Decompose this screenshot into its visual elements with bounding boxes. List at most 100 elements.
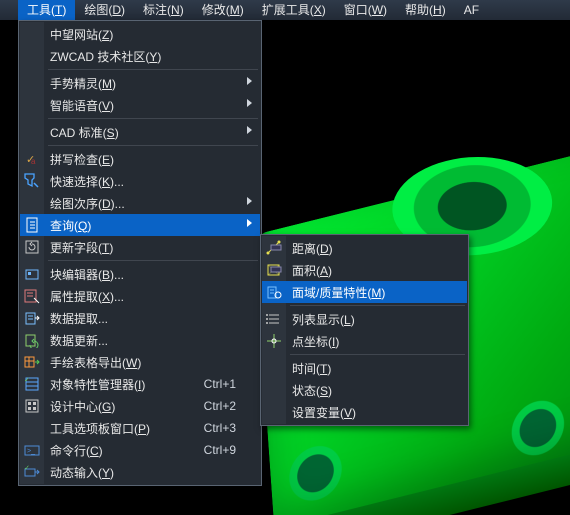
menu-item-label: 手绘表格导出(W) — [50, 354, 236, 371]
tools-item-23[interactable]: ✓ 动态输入(Y) — [20, 461, 260, 483]
submenu-arrow-icon — [247, 77, 252, 85]
tools-item-19[interactable]: ✓ 对象特性管理器(I) Ctrl+1 — [20, 373, 260, 395]
menu-6[interactable]: 帮助(H) — [396, 0, 455, 20]
tools-item-6[interactable]: CAD 标准(S) — [20, 121, 260, 143]
mprop-icon — [266, 284, 282, 300]
tools-item-16[interactable]: 数据提取... — [20, 307, 260, 329]
tools-item-17[interactable]: 数据更新... — [20, 329, 260, 351]
menu-item-shortcut: Ctrl+1 — [204, 377, 236, 391]
menu-item-label: 设置变量(V) — [292, 404, 443, 421]
list-icon — [266, 311, 282, 327]
tools-item-9[interactable]: 快速选择(K)... — [20, 170, 260, 192]
menu-item-label: 点坐标(I) — [292, 333, 443, 350]
tools-item-11[interactable]: 查询(Q) — [20, 214, 260, 236]
menu-separator — [290, 305, 465, 306]
menu-item-shortcut: Ctrl+9 — [204, 443, 236, 457]
spell-icon: ✓a — [24, 151, 40, 167]
menu-0[interactable]: 工具(T) — [18, 0, 75, 20]
svg-text:>_: >_ — [27, 448, 35, 455]
tools-item-14[interactable]: 块编辑器(B)... — [20, 263, 260, 285]
menubar: 工具(T)绘图(D)标注(N)修改(M)扩展工具(X)窗口(W)帮助(H)AF — [0, 0, 570, 21]
props-icon: ✓ — [24, 376, 40, 392]
query-submenu: 距离(D) 面积(A) 面域/质量特性(M) 列表显示(L) 点坐标(I) 时间(T) 状态… — [260, 234, 469, 426]
query-item-8[interactable]: 状态(S) — [262, 379, 467, 401]
menu-separator — [48, 69, 258, 70]
tools-item-4[interactable]: 智能语音(V) — [20, 94, 260, 116]
menu-item-label: 数据提取... — [50, 310, 236, 327]
submenu-arrow-icon — [247, 99, 252, 107]
menu-item-label: 距离(D) — [292, 240, 443, 257]
menu-item-label: 对象特性管理器(I) — [50, 376, 176, 393]
qselect-icon — [24, 173, 40, 189]
menu-item-label: 工具选项板窗口(P) — [50, 420, 176, 437]
area-icon — [266, 262, 282, 278]
menu-item-label: 面积(A) — [292, 262, 443, 279]
menu-item-shortcut: Ctrl+2 — [204, 399, 236, 413]
menu-item-label: 手势精灵(M) — [50, 75, 236, 92]
cmdline-icon: >_ — [24, 442, 40, 458]
dcenter-icon — [24, 398, 40, 414]
tools-item-22[interactable]: >_ 命令行(C) Ctrl+9 — [20, 439, 260, 461]
menu-2[interactable]: 标注(N) — [134, 0, 193, 20]
query-item-5[interactable]: 点坐标(I) — [262, 330, 467, 352]
menu-item-shortcut: Ctrl+3 — [204, 421, 236, 435]
tools-item-1[interactable]: ZWCAD 技术社区(Y) — [20, 45, 260, 67]
svg-text:✓: ✓ — [24, 465, 30, 472]
menu-separator — [48, 260, 258, 261]
tools-item-8[interactable]: ✓a 拼写检查(E) — [20, 148, 260, 170]
query-item-2[interactable]: 面域/质量特性(M) — [262, 281, 467, 303]
query-item-4[interactable]: 列表显示(L) — [262, 308, 467, 330]
menu-4[interactable]: 扩展工具(X) — [253, 0, 335, 20]
tools-item-3[interactable]: 手势精灵(M) — [20, 72, 260, 94]
svg-text:a: a — [31, 157, 36, 166]
menu-item-label: 快速选择(K)... — [50, 173, 236, 190]
submenu-arrow-icon — [247, 126, 252, 134]
menu-item-label: 动态输入(Y) — [50, 464, 236, 481]
menu-separator — [48, 118, 258, 119]
dataupd-icon — [24, 332, 40, 348]
attext-icon — [24, 288, 40, 304]
menu-item-label: 属性提取(X)... — [50, 288, 236, 305]
menu-3[interactable]: 修改(M) — [193, 0, 253, 20]
tools-item-10[interactable]: 绘图次序(D)... — [20, 192, 260, 214]
menu-item-label: 命令行(C) — [50, 442, 176, 459]
menu-item-label: 块编辑器(B)... — [50, 266, 236, 283]
menu-item-label: 时间(T) — [292, 360, 443, 377]
query-item-0[interactable]: 距离(D) — [262, 237, 467, 259]
menu-1[interactable]: 绘图(D) — [75, 0, 134, 20]
menu-item-label: 更新字段(T) — [50, 239, 236, 256]
menu-item-label: 智能语音(V) — [50, 97, 236, 114]
tools-item-12[interactable]: 更新字段(T) — [20, 236, 260, 258]
tools-item-20[interactable]: 设计中心(G) Ctrl+2 — [20, 395, 260, 417]
query-item-1[interactable]: 面积(A) — [262, 259, 467, 281]
ptloc-icon — [266, 333, 282, 349]
tools-item-0[interactable]: 中望网站(Z) — [20, 23, 260, 45]
dyninp-icon: ✓ — [24, 464, 40, 480]
bedit-icon — [24, 266, 40, 282]
query-item-9[interactable]: 设置变量(V) — [262, 401, 467, 423]
submenu-arrow-icon — [247, 219, 252, 227]
menu-separator — [48, 145, 258, 146]
menu-item-label: CAD 标准(S) — [50, 124, 236, 141]
menu-item-label: 查询(Q) — [50, 217, 236, 234]
menu-item-label: 设计中心(G) — [50, 398, 176, 415]
dist-icon — [266, 240, 282, 256]
menu-7[interactable]: AF — [455, 0, 488, 20]
tools-item-21[interactable]: 工具选项板窗口(P) Ctrl+3 — [20, 417, 260, 439]
query-icon — [24, 217, 40, 233]
menu-item-label: 拼写检查(E) — [50, 151, 236, 168]
menu-item-label: 数据更新... — [50, 332, 236, 349]
menu-item-label: 绘图次序(D)... — [50, 195, 236, 212]
tools-item-15[interactable]: 属性提取(X)... — [20, 285, 260, 307]
submenu-arrow-icon — [247, 197, 252, 205]
svg-text:✓: ✓ — [24, 377, 30, 384]
tools-item-18[interactable]: 手绘表格导出(W) — [20, 351, 260, 373]
menu-separator — [290, 354, 465, 355]
menu-5[interactable]: 窗口(W) — [335, 0, 396, 20]
menu-item-label: 列表显示(L) — [292, 311, 443, 328]
update-icon — [24, 239, 40, 255]
menu-item-label: 中望网站(Z) — [50, 26, 236, 43]
query-item-7[interactable]: 时间(T) — [262, 357, 467, 379]
menu-item-label: ZWCAD 技术社区(Y) — [50, 48, 236, 65]
dataext-icon — [24, 310, 40, 326]
